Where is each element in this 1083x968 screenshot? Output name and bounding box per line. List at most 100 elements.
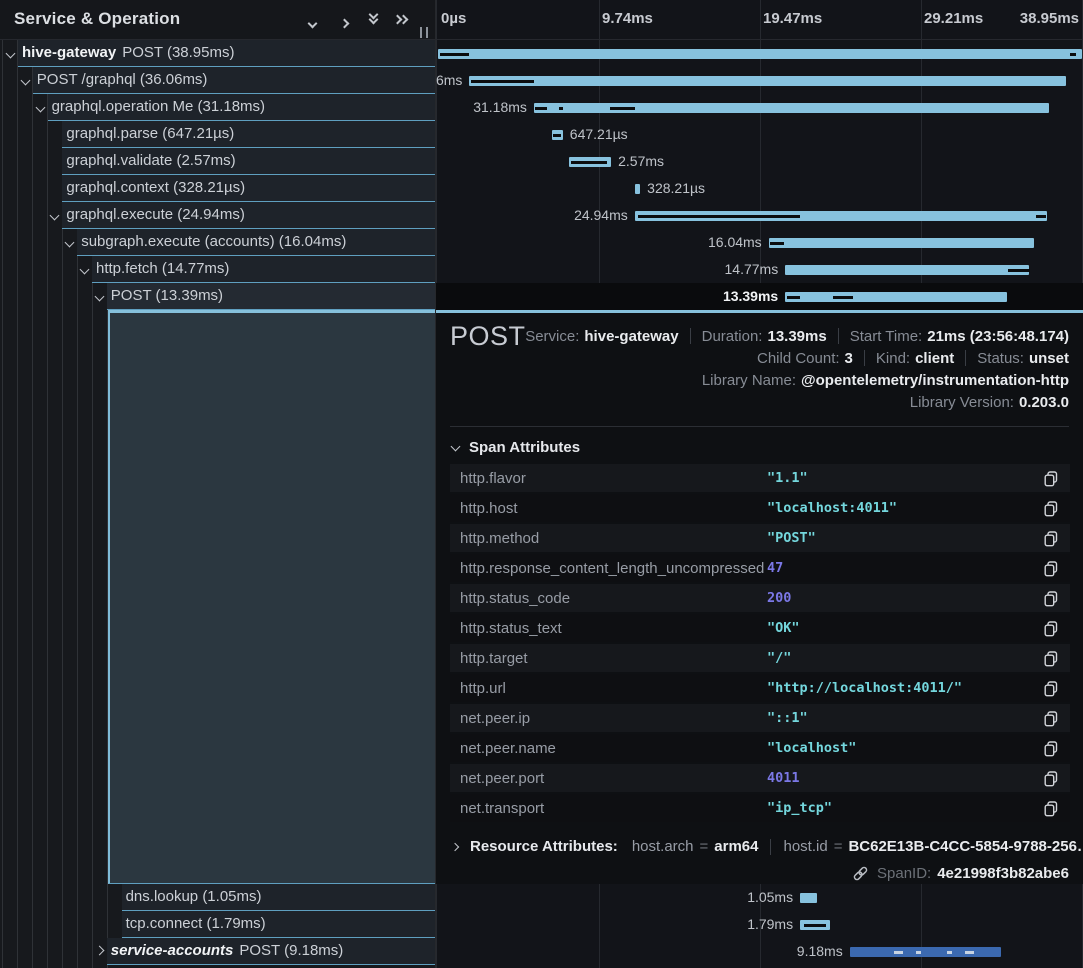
copy-icon[interactable]: [1044, 621, 1058, 637]
span-duration-label: 16.04ms: [708, 229, 762, 256]
span-bar[interactable]: [769, 238, 1034, 248]
span-bar[interactable]: [569, 157, 611, 167]
span-bar[interactable]: [785, 265, 1029, 275]
timeline-row: 14.77ms: [436, 256, 1083, 283]
span-meta-line: Child Count:3Kind:clientStatus:unset: [757, 347, 1069, 369]
span-bar-segment: [1008, 269, 1029, 272]
span-meta-line: Library Version:0.203.0: [910, 391, 1069, 413]
attribute-row: net.transport"ip_tcp": [450, 794, 1070, 824]
chevron-down-icon[interactable]: [94, 292, 104, 302]
span-meta-line: Service:hive-gatewayDuration:13.39msStar…: [525, 325, 1069, 347]
attribute-value: "1.1": [767, 470, 808, 486]
timeline-row: 9.18ms: [436, 938, 1083, 965]
tree-row[interactable]: dns.lookup (1.05ms): [0, 884, 435, 911]
attribute-row: http.host"localhost:4011": [450, 494, 1070, 524]
selected-span-area[interactable]: [108, 310, 435, 884]
tree-row[interactable]: http.fetch (14.77ms): [0, 256, 435, 283]
span-bar[interactable]: [635, 184, 640, 194]
tree-row[interactable]: tcp.connect (1.79ms): [0, 911, 435, 938]
span-bar[interactable]: [800, 893, 817, 903]
span-bar-segment: [471, 80, 534, 83]
copy-icon[interactable]: [1044, 771, 1058, 787]
span-name-cell: graphql.operation Me (31.18ms): [48, 94, 435, 121]
span-name-cell: POST /graphql (36.06ms): [33, 67, 435, 94]
chevron-down-icon[interactable]: [309, 14, 323, 26]
divider: [690, 328, 691, 344]
operation-name: graphql.execute (24.94ms): [66, 206, 244, 223]
copy-icon[interactable]: [1044, 561, 1058, 577]
timeline-tick-label: 0µs: [441, 0, 466, 38]
span-name-cell: graphql.validate (2.57ms): [62, 148, 435, 175]
span-attributes-toggle[interactable]: Span Attributes: [452, 439, 580, 456]
span-duration-label: 36.06ms: [436, 67, 462, 94]
chevron-down-icon[interactable]: [35, 103, 45, 113]
timeline-row: 16.04ms: [436, 229, 1083, 256]
tree-row[interactable]: hive-gatewayPOST (38.95ms): [0, 40, 435, 67]
span-bar-segment: [559, 107, 563, 110]
chevron-right-icon[interactable]: [94, 946, 104, 956]
chevron-down-icon[interactable]: [6, 49, 16, 59]
copy-icon[interactable]: [1044, 741, 1058, 757]
timeline-row: 2.57ms: [436, 148, 1083, 175]
span-bar[interactable]: [438, 49, 1082, 59]
copy-icon[interactable]: [1044, 531, 1058, 547]
tree-row[interactable]: graphql.validate (2.57ms): [0, 148, 435, 175]
tree-row[interactable]: graphql.operation Me (31.18ms): [0, 94, 435, 121]
span-bar-segment: [787, 296, 800, 299]
attribute-value: "localhost": [767, 740, 856, 756]
span-bar[interactable]: [469, 76, 1065, 86]
resource-attributes-row[interactable]: Resource Attributes: host.arch=arm64host…: [452, 838, 1083, 855]
resource-key: host.arch: [632, 838, 694, 855]
copy-icon[interactable]: [1044, 591, 1058, 607]
chevron-down-icon[interactable]: [65, 238, 75, 248]
tree-row[interactable]: graphql.parse (647.21µs): [0, 121, 435, 148]
attribute-key: http.target: [450, 650, 767, 667]
copy-icon[interactable]: [1044, 681, 1058, 697]
operation-name: subgraph.execute (accounts) (16.04ms): [81, 233, 346, 250]
chevron-down-icon[interactable]: [20, 76, 30, 86]
copy-icon[interactable]: [1044, 801, 1058, 817]
chevron-down-icon[interactable]: [80, 265, 90, 275]
tree-header: Service & Operation: [0, 0, 435, 40]
tree-row[interactable]: service-accountsPOST (9.18ms): [0, 938, 435, 965]
span-bar-segment: [804, 924, 825, 927]
span-id-label: SpanID:: [877, 865, 931, 882]
tree-row[interactable]: POST (13.39ms): [0, 283, 435, 310]
span-name-cell: graphql.context (328.21µs): [62, 175, 435, 202]
copy-icon[interactable]: [1044, 501, 1058, 517]
span-bar[interactable]: [534, 103, 1050, 113]
tree-row[interactable]: POST /graphql (36.06ms): [0, 67, 435, 94]
timeline-row: 38.95ms: [436, 40, 1083, 67]
span-name-cell: POST (13.39ms): [107, 283, 435, 310]
span-bar[interactable]: [850, 947, 1002, 957]
copy-icon[interactable]: [1044, 471, 1058, 487]
attribute-row: net.peer.name"localhost": [450, 734, 1070, 764]
span-bar-segment: [916, 951, 921, 954]
attribute-row: http.response_content_length_uncompresse…: [450, 554, 1070, 584]
span-bar[interactable]: [635, 211, 1047, 221]
divider: [838, 328, 839, 344]
meta-label: Service:: [525, 328, 579, 345]
timeline-header: 0µs9.74ms19.47ms29.21ms38.95ms: [436, 0, 1083, 40]
double-chevron-down-icon[interactable]: [368, 11, 382, 23]
tree-row[interactable]: subgraph.execute (accounts) (16.04ms): [0, 229, 435, 256]
link-icon[interactable]: [852, 866, 869, 881]
tree-row[interactable]: graphql.execute (24.94ms): [0, 202, 435, 229]
equals-sign: =: [700, 838, 709, 855]
attribute-value: "::1": [767, 710, 808, 726]
span-bar-segment: [947, 951, 952, 954]
double-chevron-right-icon[interactable]: [394, 14, 408, 26]
timeline-tick-label: 38.95ms: [1020, 0, 1079, 38]
copy-icon[interactable]: [1044, 711, 1058, 727]
chevron-right-icon[interactable]: [341, 14, 355, 26]
tree-row[interactable]: graphql.context (328.21µs): [0, 175, 435, 202]
attribute-row: http.target"/": [450, 644, 1070, 674]
chevron-down-icon[interactable]: [50, 211, 60, 221]
copy-icon[interactable]: [1044, 651, 1058, 667]
span-name-cell: graphql.parse (647.21µs): [62, 121, 435, 148]
span-bar[interactable]: [785, 292, 1006, 302]
panel-resize-handle[interactable]: [420, 27, 428, 38]
timeline-row: 24.94ms: [436, 202, 1083, 229]
span-bar[interactable]: [552, 130, 563, 140]
span-bar[interactable]: [800, 920, 830, 930]
